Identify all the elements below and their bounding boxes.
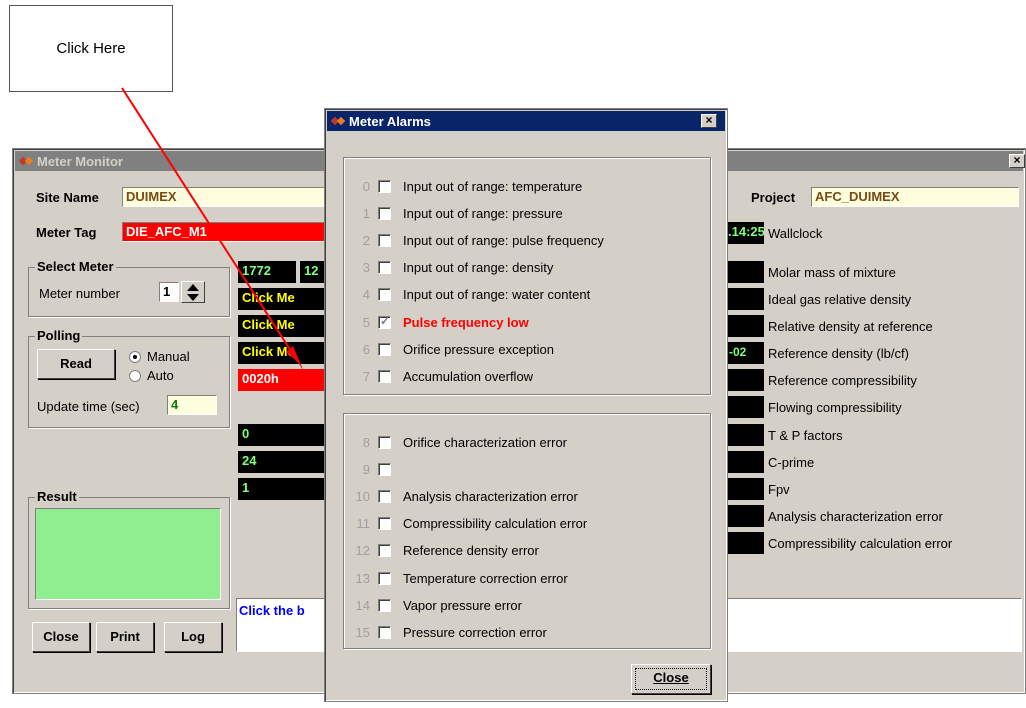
callout-arrow xyxy=(121,87,304,372)
